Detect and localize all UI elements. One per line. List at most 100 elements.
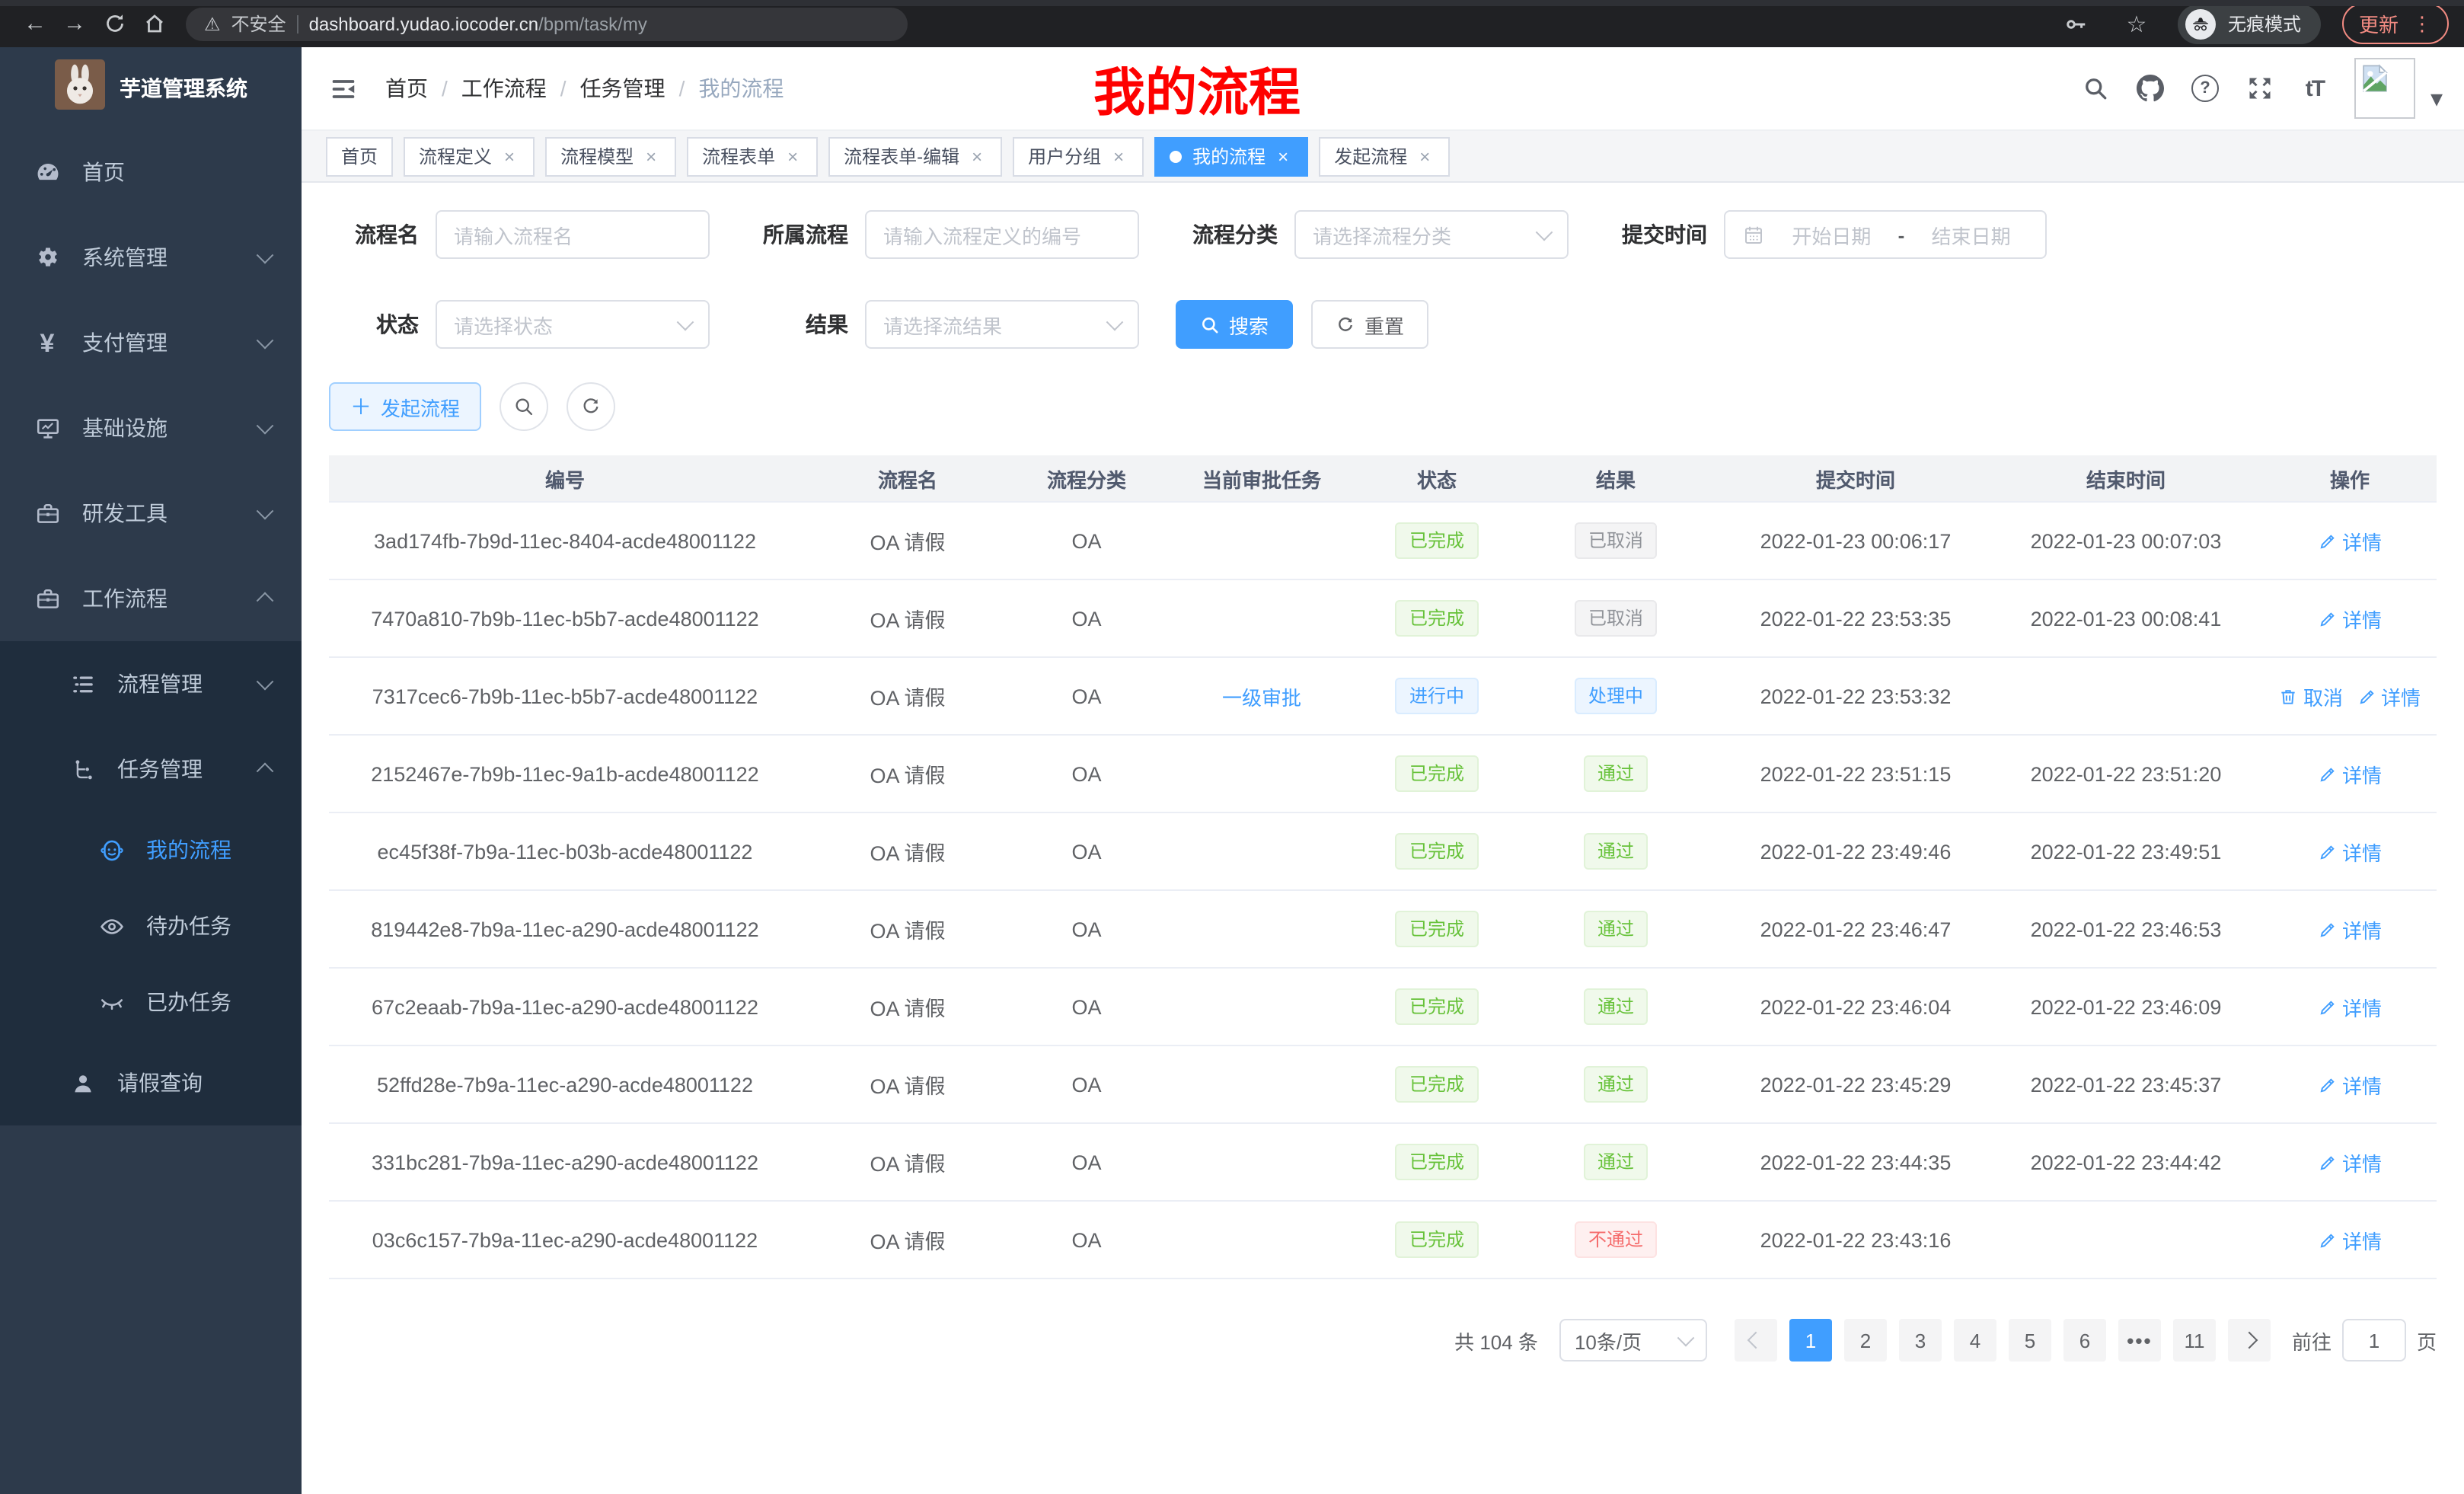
app-title: 芋道管理系统 [120, 73, 247, 104]
sidebar-item-process-management[interactable]: 流程管理 [0, 641, 302, 726]
page-button-2[interactable]: 2 [1844, 1319, 1887, 1362]
bookmark-star-icon[interactable]: ☆ [2117, 4, 2156, 43]
search-icon[interactable] [2080, 73, 2111, 104]
close-icon[interactable]: × [641, 146, 661, 166]
page-button-5[interactable]: 5 [2009, 1319, 2051, 1362]
sidebar-item-payment[interactable]: ¥支付管理 [0, 300, 302, 385]
prev-page-button[interactable] [1735, 1319, 1777, 1362]
sidebar-item-todo-tasks[interactable]: 待办任务 [0, 888, 302, 964]
refresh-table-button[interactable] [567, 382, 615, 431]
edit-icon [2357, 686, 2376, 706]
sidebar-item-infrastructure[interactable]: 基础设施 [0, 385, 302, 471]
avatar[interactable] [2354, 58, 2415, 119]
close-icon[interactable]: × [1109, 146, 1128, 166]
tab-process-definition[interactable]: 流程定义× [404, 136, 535, 176]
github-icon[interactable] [2135, 73, 2166, 104]
page-button-4[interactable]: 4 [1954, 1319, 1996, 1362]
sidebar-item-home[interactable]: 首页 [0, 129, 302, 215]
page-button-3[interactable]: 3 [1899, 1319, 1942, 1362]
browser-home-icon[interactable] [134, 4, 174, 43]
cancel-link[interactable]: 取消 [2279, 682, 2343, 710]
help-icon[interactable]: ? [2190, 73, 2220, 104]
detail-link[interactable]: 详情 [2318, 915, 2382, 943]
table-row: 7317cec6-7b9b-11ec-b5b7-acde48001122OA 请… [329, 657, 2437, 735]
cell-status: 已完成 [1364, 579, 1509, 657]
start-date-input[interactable]: 开始日期 [1774, 220, 1889, 249]
font-size-icon[interactable]: tT [2300, 73, 2330, 104]
next-page-button[interactable] [2228, 1319, 2271, 1362]
breadcrumb-item[interactable]: 工作流程 [461, 73, 547, 104]
detail-link[interactable]: 详情 [2318, 1225, 2382, 1254]
reset-button[interactable]: 重置 [1311, 300, 1428, 349]
fullscreen-icon[interactable] [2245, 73, 2275, 104]
result-badge: 通过 [1584, 1144, 1648, 1180]
detail-link[interactable]: 详情 [2318, 604, 2382, 633]
cell-result: 通过 [1509, 735, 1722, 812]
page-size-select[interactable]: 10条/页 [1559, 1319, 1707, 1362]
breadcrumb-item[interactable]: 任务管理 [580, 73, 665, 104]
page-button-1[interactable]: 1 [1789, 1319, 1832, 1362]
close-icon[interactable]: × [783, 146, 803, 166]
sidebar-item-workflow[interactable]: 工作流程 [0, 556, 302, 641]
close-icon[interactable]: × [1415, 146, 1435, 166]
avatar-caret-icon[interactable]: ▾ [2430, 84, 2443, 114]
more-pages-button[interactable]: ••• [2118, 1319, 2161, 1362]
cell-current-task [1159, 1123, 1364, 1201]
submit-time-range-picker[interactable]: 开始日期 - 结束日期 [1724, 210, 2047, 259]
browser-forward-icon[interactable]: → [55, 4, 94, 43]
tab-my-process[interactable]: 我的流程× [1154, 136, 1308, 176]
detail-link[interactable]: 详情 [2357, 682, 2421, 710]
start-process-button[interactable]: ＋ 发起流程 [329, 382, 481, 431]
end-date-input[interactable]: 结束日期 [1913, 220, 2028, 249]
detail-link[interactable]: 详情 [2318, 1148, 2382, 1176]
result-select[interactable]: 请选择流结果 [865, 300, 1139, 349]
tab-start-process[interactable]: 发起流程× [1319, 136, 1450, 176]
close-icon[interactable]: × [967, 146, 987, 166]
detail-link[interactable]: 详情 [2318, 1070, 2382, 1099]
detail-link[interactable]: 详情 [2318, 526, 2382, 555]
sidebar-item-label: 研发工具 [82, 498, 168, 528]
process-category-select[interactable]: 请选择流程分类 [1294, 210, 1569, 259]
detail-link[interactable]: 详情 [2318, 759, 2382, 788]
page-url: dashboard.yudao.iocoder.cn/bpm/task/my [309, 13, 647, 34]
tab-process-form[interactable]: 流程表单× [687, 136, 818, 176]
browser-back-icon[interactable]: ← [15, 4, 55, 43]
password-key-icon[interactable] [2056, 4, 2095, 43]
breadcrumb-item[interactable]: 首页 [385, 73, 428, 104]
tab-process-model[interactable]: 流程模型× [545, 136, 676, 176]
browser-update-button[interactable]: 更新 ⋮ [2342, 3, 2449, 44]
current-task-link[interactable]: 一级审批 [1222, 682, 1301, 710]
result-badge: 已取消 [1575, 600, 1657, 637]
table-row: 52ffd28e-7b9a-11ec-a290-acde48001122OA 请… [329, 1045, 2437, 1123]
sidebar-item-done-tasks[interactable]: 已办任务 [0, 964, 302, 1040]
browser-reload-icon[interactable] [94, 4, 134, 43]
result-badge: 通过 [1584, 833, 1648, 870]
toggle-search-button[interactable] [500, 382, 548, 431]
tab-process-form-edit[interactable]: 流程表单-编辑× [828, 136, 1002, 176]
app-logo[interactable]: 芋道管理系统 [0, 47, 302, 129]
sidebar-item-system[interactable]: 系统管理 [0, 215, 302, 300]
tab-user-group[interactable]: 用户分组× [1013, 136, 1144, 176]
sidebar-item-my-process[interactable]: 我的流程 [0, 812, 302, 888]
address-bar[interactable]: ⚠ 不安全 dashboard.yudao.iocoder.cn/bpm/tas… [186, 7, 908, 40]
close-icon[interactable]: × [500, 146, 519, 166]
page-button-11[interactable]: 11 [2173, 1319, 2216, 1362]
browser-menu-icon[interactable]: ⋮ [2412, 11, 2432, 36]
table-row: 331bc281-7b9a-11ec-a290-acde48001122OA 请… [329, 1123, 2437, 1201]
page-button-6[interactable]: 6 [2063, 1319, 2106, 1362]
sidebar-item-leave-query[interactable]: 请假查询 [0, 1040, 302, 1125]
security-label: 不安全 [231, 11, 286, 37]
sidebar-item-task-management[interactable]: 任务管理 [0, 726, 302, 812]
close-icon[interactable]: × [1273, 146, 1293, 166]
sidebar-item-dev-tools[interactable]: 研发工具 [0, 471, 302, 556]
tab-home[interactable]: 首页 [326, 136, 393, 176]
goto-page-input[interactable]: 1 [2342, 1319, 2406, 1362]
detail-link[interactable]: 详情 [2318, 992, 2382, 1021]
incognito-label: 无痕模式 [2228, 11, 2301, 37]
process-definition-input[interactable]: 请输入流程定义的编号 [865, 210, 1139, 259]
process-name-input[interactable]: 请输入流程名 [436, 210, 710, 259]
sidebar-collapse-icon[interactable] [329, 74, 358, 103]
detail-link[interactable]: 详情 [2318, 837, 2382, 866]
status-select[interactable]: 请选择状态 [436, 300, 710, 349]
search-button[interactable]: 搜索 [1176, 300, 1293, 349]
